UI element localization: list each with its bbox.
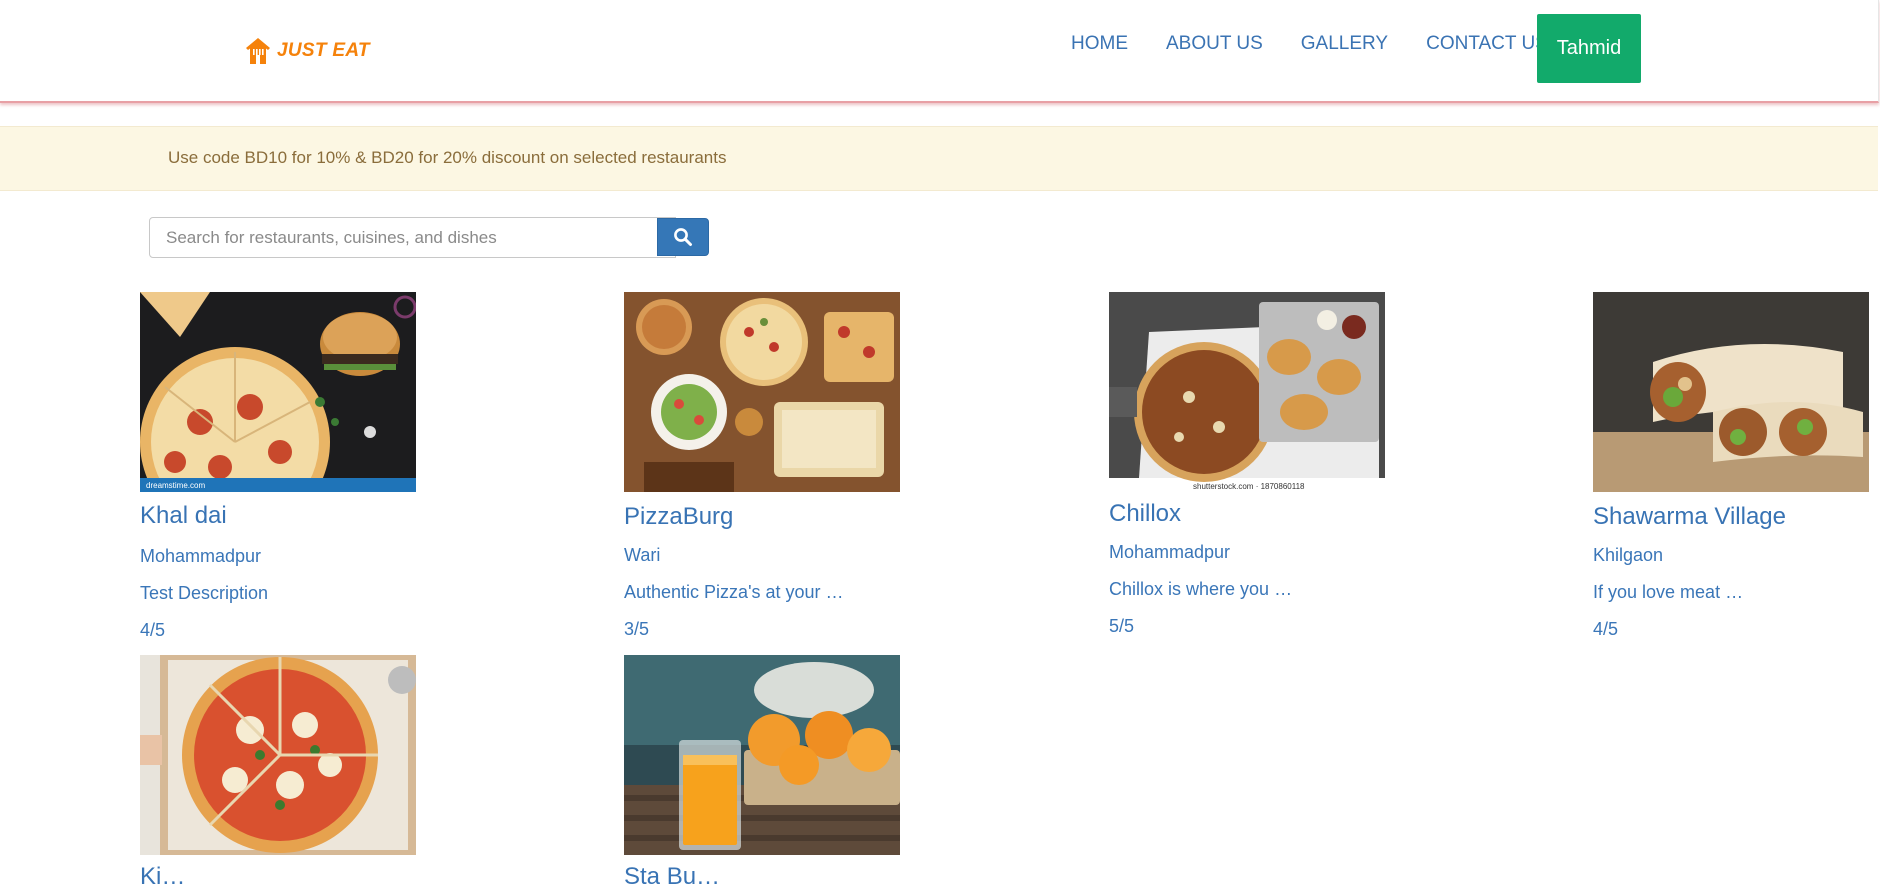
- restaurant-card[interactable]: Sta Bu…: [624, 655, 900, 891]
- restaurant-rating: 4/5: [140, 620, 166, 640]
- restaurant-description: Authentic Pizza's at your …: [624, 582, 844, 602]
- search-input[interactable]: [149, 217, 676, 258]
- top-navbar: JUST EAT HOME ABOUT US GALLERY CONTACT U…: [0, 0, 1879, 103]
- restaurant-card[interactable]: PizzaBurg Wari Authentic Pizza's at your…: [624, 292, 900, 640]
- restaurant-description: Test Description: [140, 583, 269, 603]
- restaurant-rating: 5/5: [1109, 616, 1135, 636]
- search-button[interactable]: [657, 218, 709, 256]
- restaurant-card[interactable]: dreamstime.com Khal dai Mohammadpur Test…: [140, 292, 416, 641]
- promo-banner: Use code BD10 for 10% & BD20 for 20% dis…: [0, 126, 1878, 191]
- nav-contact-us[interactable]: CONTACT US: [1426, 32, 1548, 56]
- house-fork-icon: [246, 38, 270, 64]
- search-icon: [674, 228, 692, 246]
- restaurant-area: Mohammadpur: [1109, 542, 1231, 562]
- main-nav: HOME ABOUT US GALLERY CONTACT US: [1071, 32, 1548, 56]
- restaurant-name[interactable]: Shawarma Village: [1593, 503, 1869, 531]
- restaurant-card[interactable]: Shawarma Village Khilgaon If you love me…: [1593, 292, 1869, 640]
- user-account-button[interactable]: Tahmid: [1537, 14, 1641, 83]
- restaurant-name[interactable]: Sta Bu…: [624, 863, 900, 891]
- restaurant-description: Chillox is where you …: [1109, 579, 1293, 599]
- logo-text: JUST EAT: [277, 40, 370, 61]
- image-watermark: shutterstock.com · 1870860118: [1193, 482, 1305, 491]
- restaurant-image[interactable]: [624, 655, 900, 855]
- restaurant-card[interactable]: Ki…: [140, 655, 416, 891]
- restaurant-image[interactable]: [1593, 292, 1869, 492]
- restaurant-rating: 4/5: [1593, 619, 1619, 639]
- restaurant-name[interactable]: Ki…: [140, 863, 416, 891]
- restaurant-image[interactable]: shutterstock.com · 1870860118: [1109, 292, 1385, 492]
- site-logo[interactable]: JUST EAT: [244, 34, 370, 68]
- restaurant-area: Mohammadpur: [140, 546, 262, 566]
- restaurant-name[interactable]: Chillox: [1109, 500, 1385, 528]
- nav-gallery[interactable]: GALLERY: [1301, 32, 1388, 56]
- restaurant-rating: 3/5: [624, 619, 650, 639]
- restaurant-card[interactable]: shutterstock.com · 1870860118 Chillox Mo…: [1109, 292, 1385, 637]
- nav-home[interactable]: HOME: [1071, 32, 1128, 56]
- promo-text: Use code BD10 for 10% & BD20 for 20% dis…: [168, 148, 727, 167]
- restaurant-area: Khilgaon: [1593, 545, 1664, 565]
- restaurant-image[interactable]: dreamstime.com: [140, 292, 416, 492]
- restaurant-image[interactable]: [140, 655, 416, 855]
- restaurant-area: Wari: [624, 545, 661, 565]
- nav-about-us[interactable]: ABOUT US: [1166, 32, 1263, 56]
- restaurant-name[interactable]: PizzaBurg: [624, 503, 900, 531]
- restaurant-name[interactable]: Khal dai: [140, 502, 416, 530]
- restaurant-image[interactable]: [624, 292, 900, 492]
- image-watermark: dreamstime.com: [146, 481, 205, 490]
- restaurant-description: If you love meat …: [1593, 582, 1744, 602]
